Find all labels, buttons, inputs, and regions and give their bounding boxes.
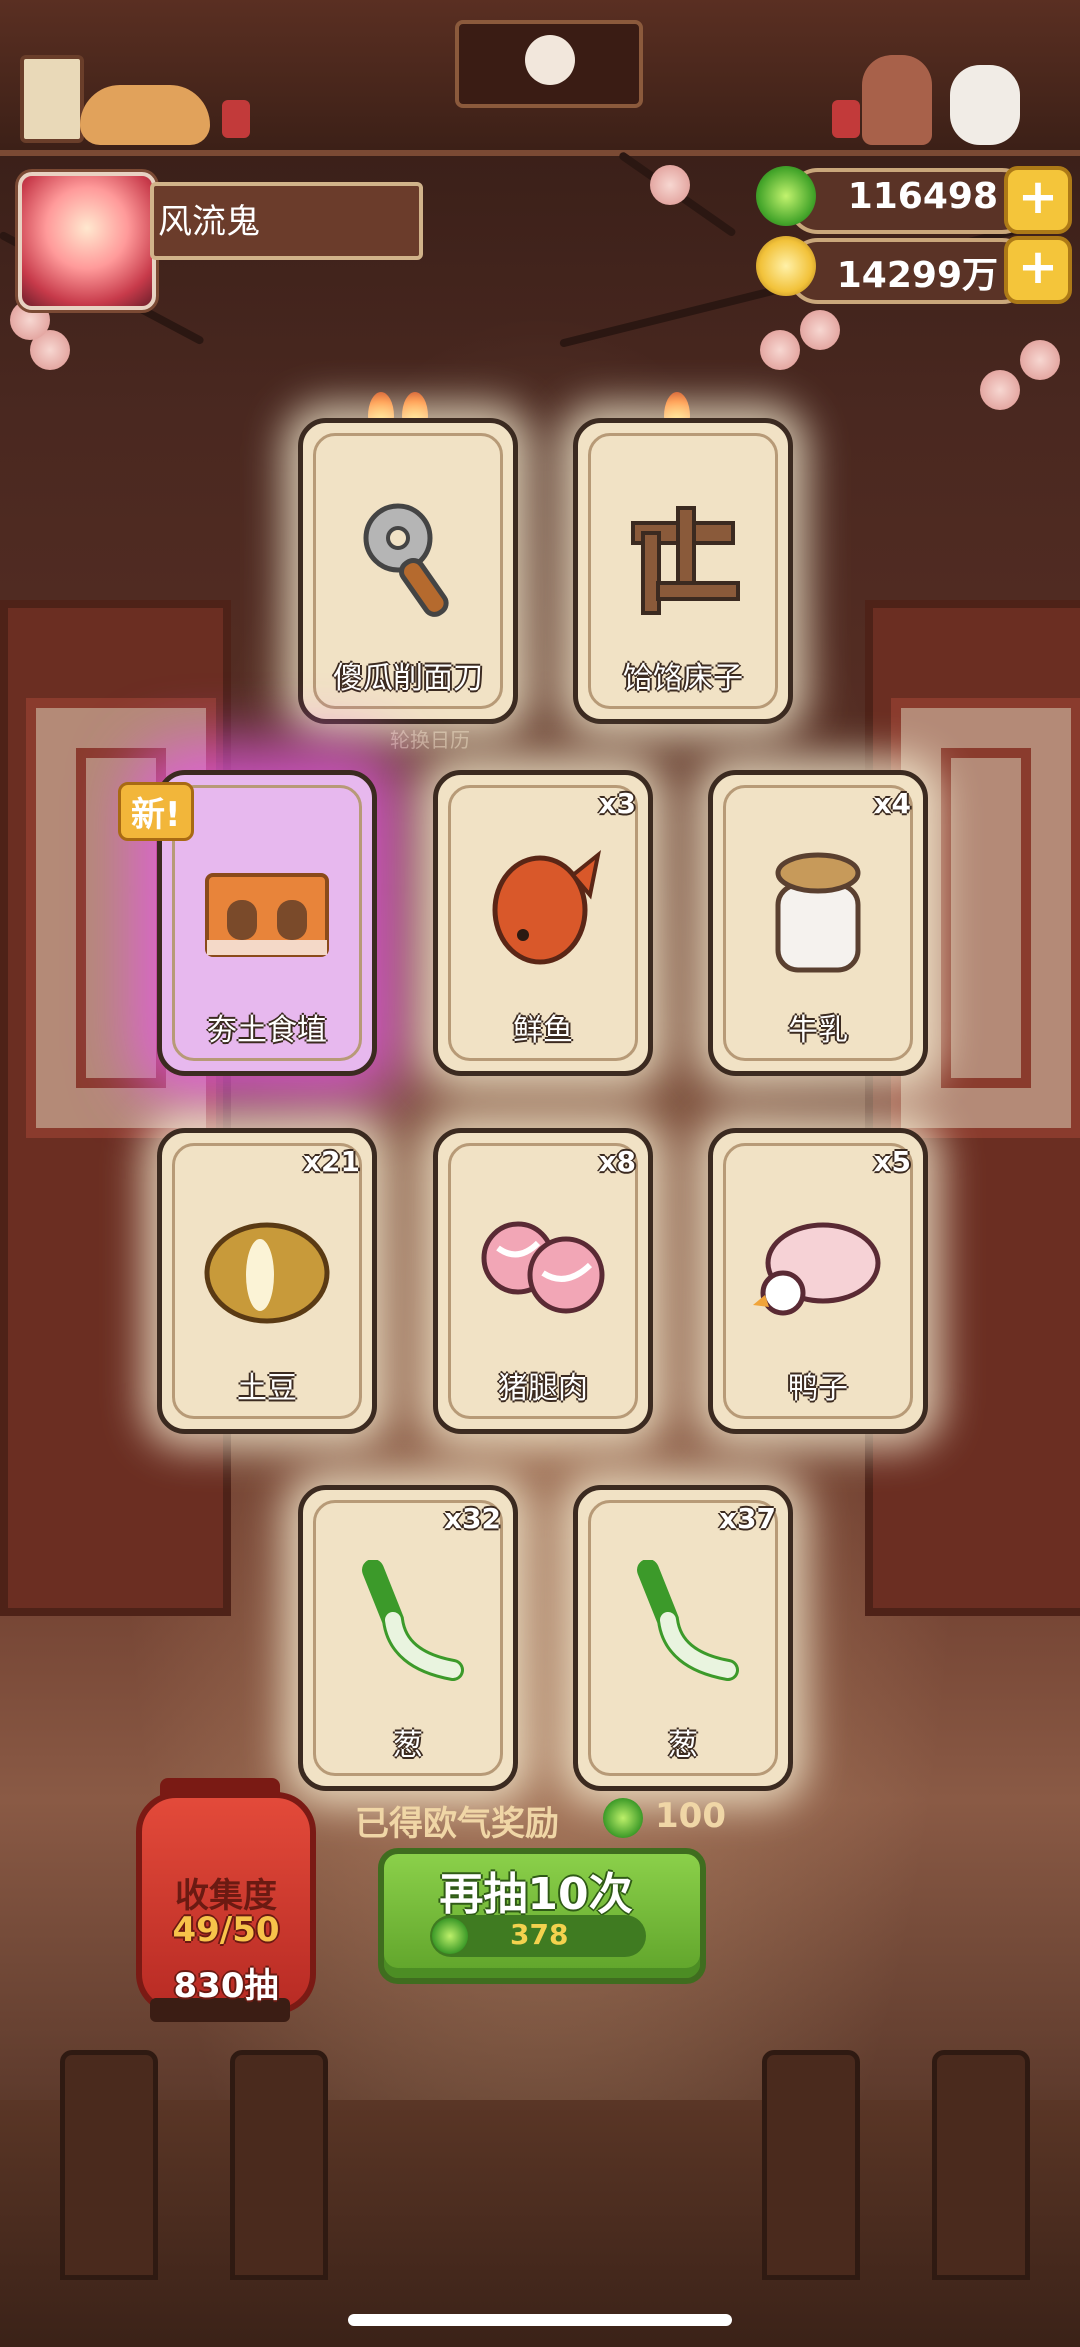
card-label: 鲜鱼 xyxy=(513,1013,573,1048)
blossom xyxy=(1020,340,1060,380)
card-pork[interactable]: x8 猪腿肉 xyxy=(433,1128,653,1434)
floor xyxy=(0,2100,1080,2347)
railing-post xyxy=(932,2050,1030,2280)
kid-character-icon xyxy=(862,55,932,145)
railing-post xyxy=(230,2050,328,2280)
railing-post xyxy=(60,2050,158,2280)
card-label: 鸭子 xyxy=(788,1371,848,1406)
card-count: x37 xyxy=(718,1502,776,1535)
blossom xyxy=(800,310,840,350)
rotation-calendar-label: 轮换日历 xyxy=(390,728,470,752)
reward-label: 已得欧气奖励 xyxy=(355,1804,559,1844)
card-scallion[interactable]: x37 葱 xyxy=(573,1485,793,1791)
white-cat-icon xyxy=(950,65,1020,145)
add-gold-button[interactable]: + xyxy=(1004,236,1072,304)
draw-again-label: 再抽10次 xyxy=(439,1869,633,1920)
scallion-icon xyxy=(343,1559,473,1690)
card-label: 夯土食埴 xyxy=(207,1013,327,1048)
fish-icon xyxy=(478,845,608,975)
card-label: 猪腿肉 xyxy=(498,1371,588,1406)
small-lantern-icon xyxy=(832,100,860,138)
add-jade-button[interactable]: + xyxy=(1004,166,1072,234)
card-count: x21 xyxy=(302,1145,360,1178)
card-fish[interactable]: x3 鲜鱼 xyxy=(433,770,653,1076)
noodle-press-icon xyxy=(618,493,748,623)
milk-jar-icon xyxy=(753,845,883,975)
small-lantern-icon xyxy=(222,100,250,138)
home-indicator[interactable] xyxy=(348,2314,732,2326)
card-count: x4 xyxy=(873,787,911,820)
player-name: 风流鬼 xyxy=(158,202,260,242)
potato-icon xyxy=(202,1203,332,1333)
gold-amount: 14299万 xyxy=(836,255,998,296)
reward-amount: 100 xyxy=(655,1796,726,1836)
card-count: x32 xyxy=(443,1502,501,1535)
earthen-wall-icon xyxy=(202,845,332,975)
card-noodle-press[interactable]: 饸饹床子 xyxy=(573,418,793,724)
card-milk[interactable]: x4 牛乳 xyxy=(708,770,928,1076)
card-potato[interactable]: x21 土豆 xyxy=(157,1128,377,1434)
jade-coin-icon xyxy=(432,1918,468,1954)
card-label: 葱 xyxy=(668,1728,698,1763)
blossom xyxy=(650,165,690,205)
card-label: 傻瓜削面刀 xyxy=(333,661,483,696)
card-duck[interactable]: x5 鸭子 xyxy=(708,1128,928,1434)
grandpa-icon xyxy=(525,35,575,85)
jade-amount: 116498 xyxy=(847,176,998,217)
card-label: 牛乳 xyxy=(788,1013,848,1048)
paw-scroll-icon xyxy=(20,55,84,143)
avatar[interactable] xyxy=(18,172,156,310)
card-count: x5 xyxy=(873,1145,911,1178)
card-label: 饸饹床子 xyxy=(623,661,743,696)
pork-icon xyxy=(478,1203,608,1333)
card-label: 土豆 xyxy=(237,1371,297,1406)
jade-coin-icon xyxy=(603,1798,643,1838)
new-badge: 新! xyxy=(118,782,194,841)
card-scallion[interactable]: x32 葱 xyxy=(298,1485,518,1791)
card-count: x8 xyxy=(598,1145,636,1178)
blossom xyxy=(980,370,1020,410)
total-draws: 830抽 xyxy=(173,1966,279,2006)
scallion-icon xyxy=(618,1559,748,1690)
left-door xyxy=(0,600,231,1616)
right-door xyxy=(865,600,1080,1616)
draw-cost: 378 xyxy=(510,1918,569,1951)
duck-icon xyxy=(753,1203,883,1333)
noodle-knife-icon xyxy=(343,493,473,623)
tabby-cat-icon xyxy=(80,85,210,145)
card-count: x3 xyxy=(598,787,636,820)
card-label: 葱 xyxy=(393,1728,423,1763)
card-noodle-knife[interactable]: 傻瓜削面刀 xyxy=(298,418,518,724)
collection-progress: 49/50 xyxy=(172,1910,280,1950)
blossom xyxy=(760,330,800,370)
railing-post xyxy=(762,2050,860,2280)
